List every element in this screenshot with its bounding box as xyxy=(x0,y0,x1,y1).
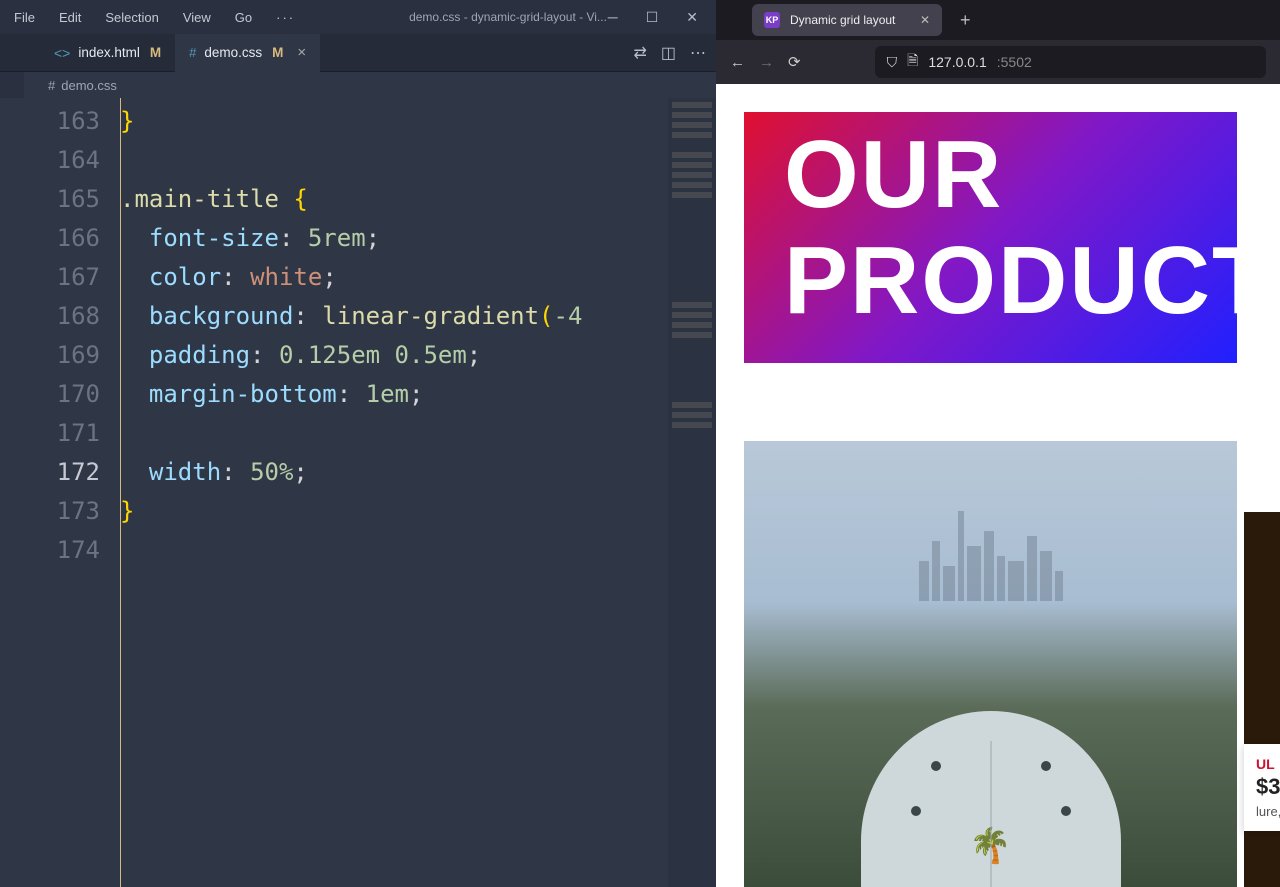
cap-graphic: 🌴 xyxy=(861,711,1121,887)
minimap[interactable] xyxy=(668,98,716,887)
tab-demo-css[interactable]: # demo.css M × xyxy=(175,34,320,72)
back-icon[interactable]: ← xyxy=(730,54,745,71)
more-icon[interactable]: ⋯ xyxy=(690,43,706,63)
page-viewport[interactable]: Our Products 🌴 UL $3 lure, xyxy=(716,84,1280,887)
menu-selection[interactable]: Selection xyxy=(105,10,158,25)
compare-icon[interactable]: ⇄ xyxy=(633,43,646,63)
browser-toolbar: ← → ⟳ ⛉ 🗎 127.0.0.1 :5502 xyxy=(716,40,1280,84)
modified-indicator: M xyxy=(272,45,283,60)
url-bar[interactable]: ⛉ 🗎 127.0.0.1 :5502 xyxy=(875,46,1266,78)
menu-view[interactable]: View xyxy=(183,10,211,25)
tab-index-html[interactable]: <> index.html M xyxy=(40,34,175,72)
tab-actions: ⇄ ◫ ⋯ xyxy=(633,43,706,63)
forward-icon[interactable]: → xyxy=(759,54,774,71)
minimize-icon[interactable]: ─ xyxy=(608,9,618,25)
firefox-window: KP Dynamic grid layout ✕ + ← → ⟳ ⛉ 🗎 127… xyxy=(716,0,1280,887)
html-icon: <> xyxy=(54,45,70,61)
window-controls: ─ ☐ ✕ xyxy=(608,0,716,34)
indent-guide xyxy=(120,98,121,887)
menu-edit[interactable]: Edit xyxy=(59,10,81,25)
modified-indicator: M xyxy=(150,45,161,60)
new-tab-button[interactable]: + xyxy=(952,10,979,31)
css-icon: # xyxy=(48,78,55,93)
menu-go[interactable]: Go xyxy=(235,10,252,25)
product-desc: lure, xyxy=(1256,804,1280,819)
editor-tabs: <> index.html M # demo.css M × ⇄ ◫ ⋯ xyxy=(0,34,716,72)
browser-tab[interactable]: KP Dynamic grid layout ✕ xyxy=(752,4,942,36)
menu-more[interactable]: ··· xyxy=(276,10,295,25)
hero-title-line1: Our xyxy=(784,122,1197,228)
vscode-window: File Edit Selection View Go ··· demo.css… xyxy=(0,0,716,887)
breadcrumb-file: demo.css xyxy=(61,78,117,93)
line-gutter: 163164165166167168169170171172173174 xyxy=(0,98,120,887)
breadcrumb[interactable]: # demo.css xyxy=(0,72,716,98)
browser-tab-title: Dynamic grid layout xyxy=(790,13,895,27)
favicon: KP xyxy=(764,12,780,28)
css-icon: # xyxy=(189,45,196,60)
skyline-graphic xyxy=(744,491,1237,601)
palm-icon: 🌴 xyxy=(969,826,1011,866)
tab-label: demo.css xyxy=(204,45,262,60)
page-icon: 🗎 xyxy=(907,50,918,74)
close-tab-icon[interactable]: ✕ xyxy=(920,13,930,27)
hero-banner: Our Products xyxy=(744,112,1237,363)
product-tag: UL xyxy=(1256,756,1280,772)
code-editor[interactable]: 163164165166167168169170171172173174 } .… xyxy=(0,98,716,887)
close-icon[interactable]: ✕ xyxy=(686,9,698,26)
product-card-2: UL $3 lure, xyxy=(1244,744,1280,831)
split-icon[interactable]: ◫ xyxy=(661,43,676,63)
shield-icon[interactable]: ⛉ xyxy=(887,54,898,71)
url-port: :5502 xyxy=(997,54,1032,70)
reload-icon[interactable]: ⟳ xyxy=(788,53,801,71)
close-tab-icon[interactable]: × xyxy=(297,44,306,61)
browser-tabs: KP Dynamic grid layout ✕ + xyxy=(716,0,1280,40)
maximize-icon[interactable]: ☐ xyxy=(646,9,659,26)
hero-title-line2: Products xyxy=(784,228,1197,334)
tab-label: index.html xyxy=(78,45,140,60)
url-host: 127.0.0.1 xyxy=(928,54,986,70)
code-area[interactable]: } .main-title { font-size: 5rem; color: … xyxy=(120,98,716,887)
product-image-cap: 🌴 xyxy=(744,441,1237,887)
menu-file[interactable]: File xyxy=(14,10,35,25)
product-price: $3 xyxy=(1256,774,1280,800)
